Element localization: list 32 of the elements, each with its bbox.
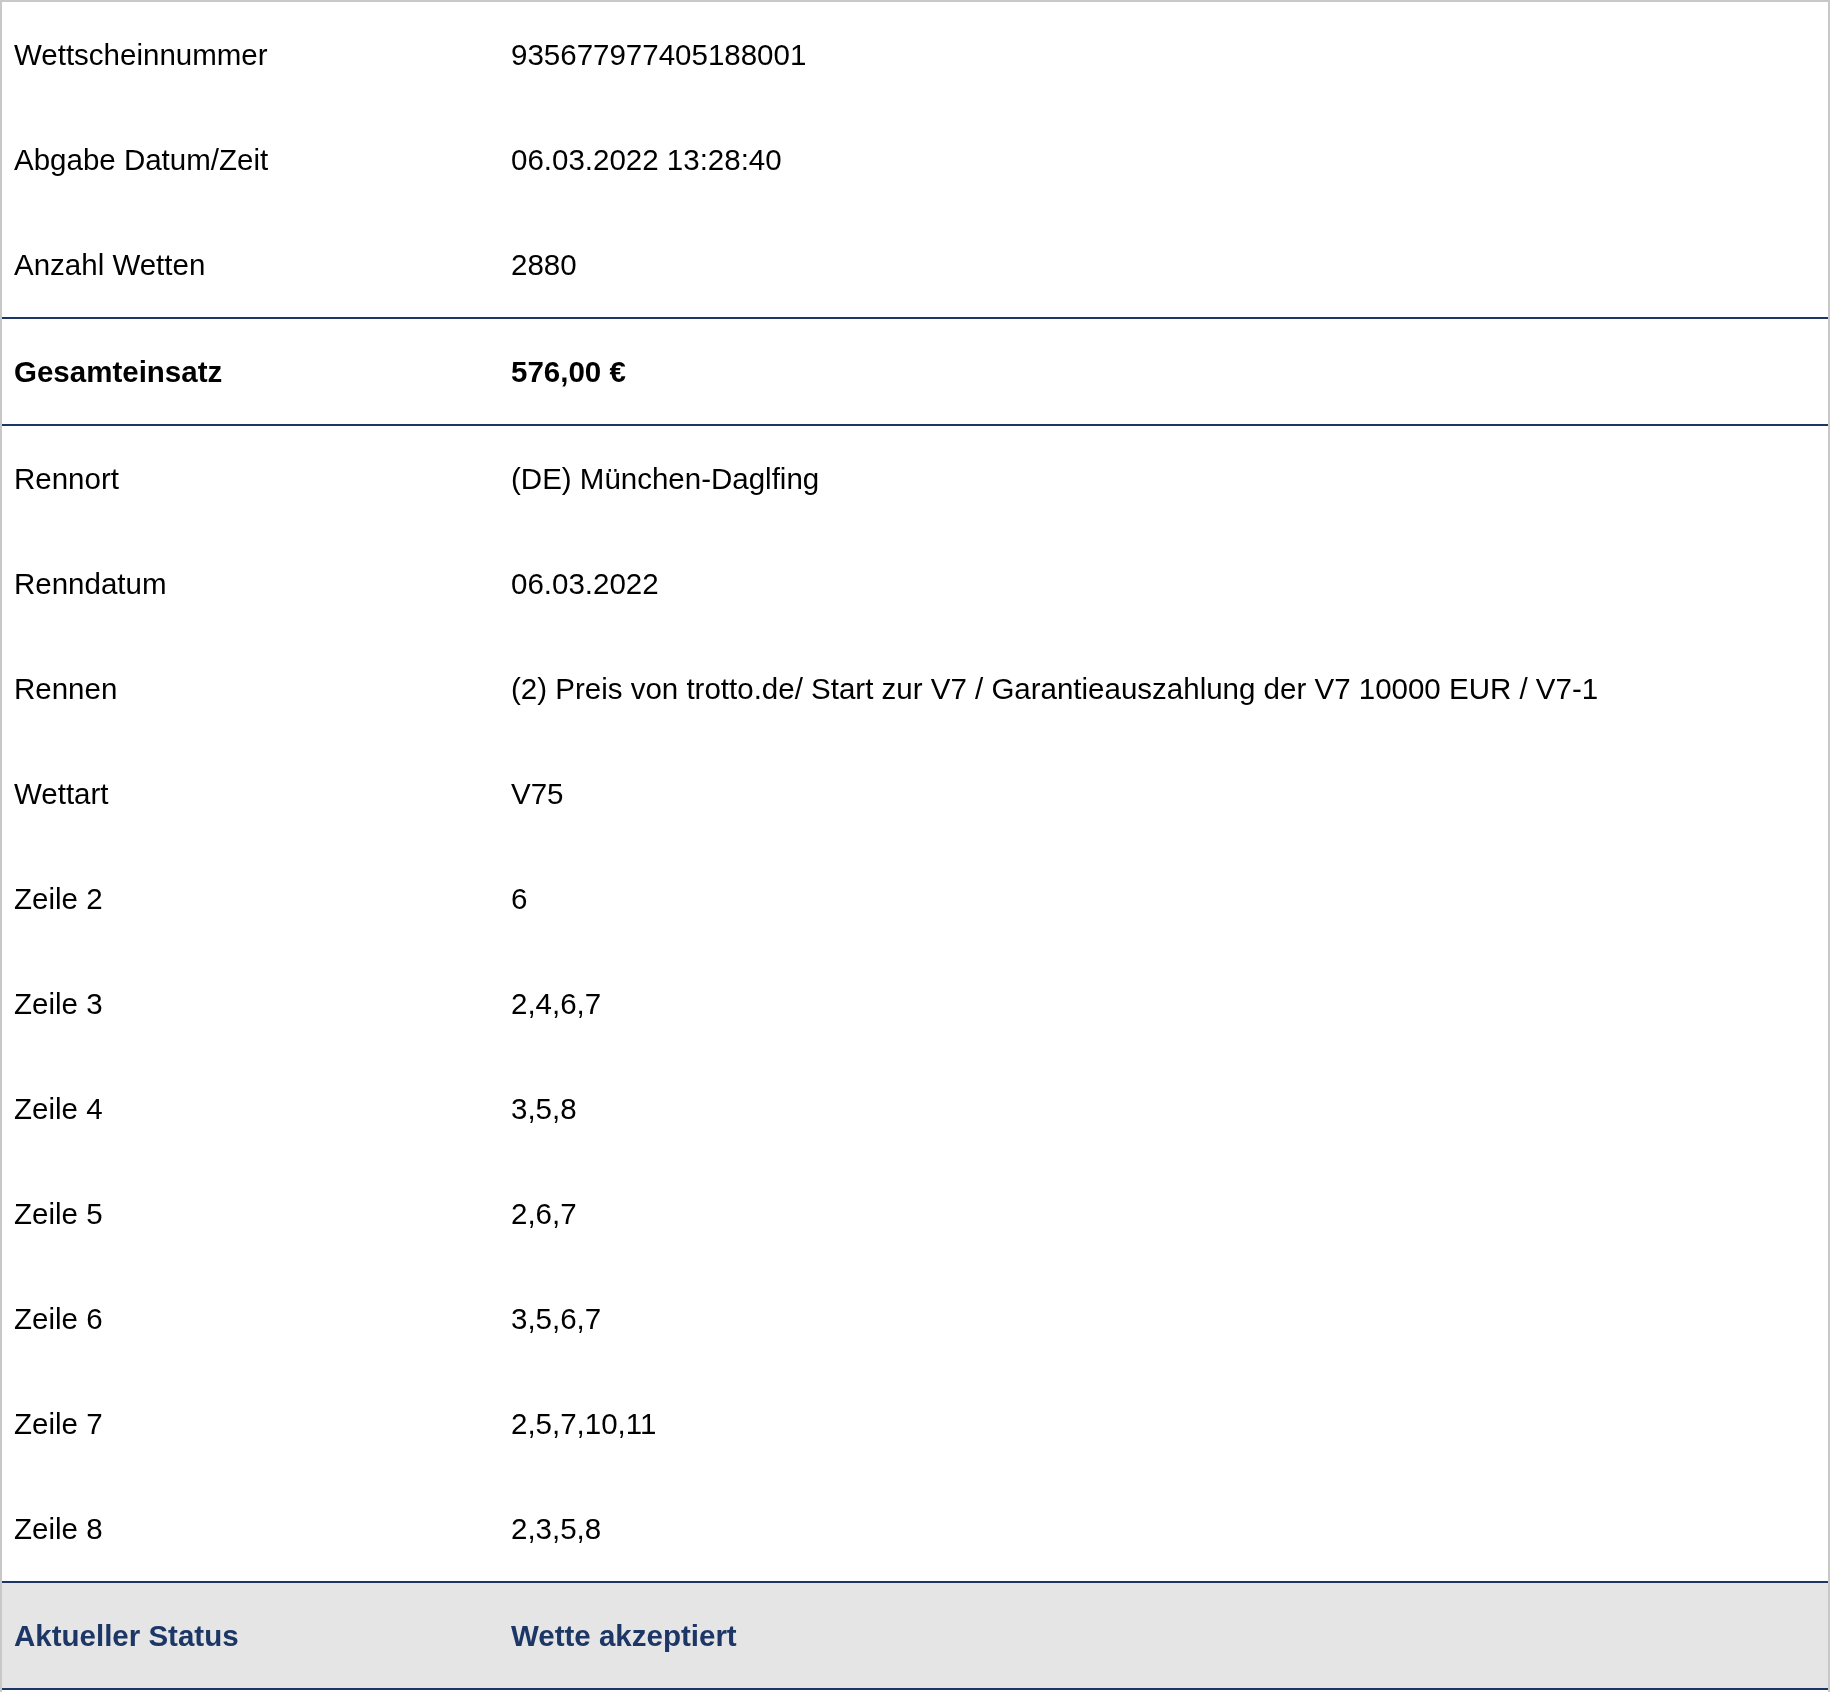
field-label: Rennort bbox=[13, 461, 120, 496]
field-label: Zeile 2 bbox=[13, 881, 104, 916]
field-value: 3,5,6,7 bbox=[510, 1301, 603, 1336]
field-label: Gesamteinsatz bbox=[13, 354, 224, 389]
field-value: 2880 bbox=[510, 247, 578, 282]
field-label: Rennen bbox=[13, 671, 119, 706]
field-value: 2,5,7,10,11 bbox=[510, 1406, 658, 1441]
field-label: Zeile 8 bbox=[13, 1511, 104, 1546]
field-value: Wette akzeptiert bbox=[510, 1618, 738, 1653]
field-label: Anzahl Wetten bbox=[13, 247, 207, 282]
field-value: 2,3,5,8 bbox=[510, 1511, 603, 1546]
field-value: 06.03.2022 bbox=[510, 566, 660, 601]
field-value: (DE) München-Daglfing bbox=[510, 461, 821, 496]
field-value: 576,00 € bbox=[510, 354, 627, 389]
field-label: Abgabe Datum/Zeit bbox=[13, 142, 270, 177]
field-value: 3,5,8 bbox=[510, 1091, 578, 1126]
field-value: V75 bbox=[510, 776, 565, 811]
field-label: Renndatum bbox=[13, 566, 168, 601]
field-label: Wettscheinnummer bbox=[13, 37, 269, 72]
field-value: 935677977405188001 bbox=[510, 37, 808, 72]
field-value: 2,6,7 bbox=[510, 1196, 578, 1231]
field-label: Zeile 5 bbox=[13, 1196, 104, 1231]
field-label: Wettart bbox=[13, 776, 110, 811]
field-label: Zeile 4 bbox=[13, 1091, 104, 1126]
field-label: Zeile 7 bbox=[13, 1406, 104, 1441]
field-value: 2,4,6,7 bbox=[510, 986, 603, 1021]
field-label: Zeile 3 bbox=[13, 986, 104, 1021]
field-value: 6 bbox=[510, 881, 529, 916]
field-label: Zeile 6 bbox=[13, 1301, 104, 1336]
field-label: Aktueller Status bbox=[13, 1618, 240, 1653]
field-value: (2) Preis von trotto.de/ Start zur V7 / Garantieauszahlung der V7 10000 EUR / V7-1 bbox=[510, 671, 1600, 706]
field-value: 06.03.2022 13:28:40 bbox=[510, 142, 783, 177]
